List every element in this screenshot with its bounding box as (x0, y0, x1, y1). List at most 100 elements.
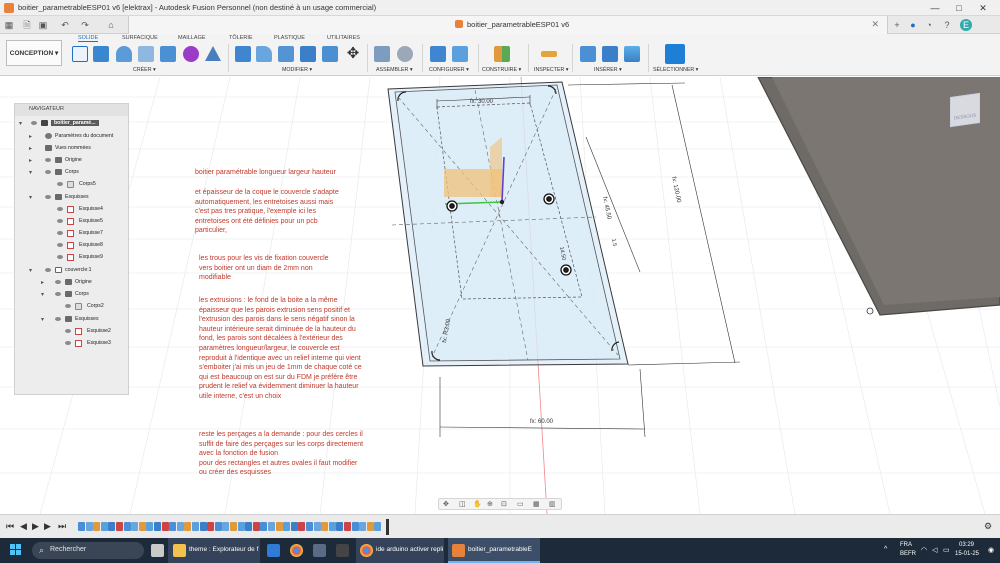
timeline-feature[interactable] (366, 522, 374, 531)
visibility-eye-icon[interactable] (65, 304, 71, 308)
inspect-group-label[interactable]: INSPECTER ▾ (534, 67, 568, 73)
windows-start-icon[interactable] (10, 544, 22, 556)
timeline-feature[interactable] (283, 522, 291, 531)
visibility-eye-icon[interactable] (45, 170, 51, 174)
tab-tolerie[interactable]: TÔLERIE (229, 35, 253, 41)
timeline-feature[interactable] (268, 522, 275, 531)
undo-icon[interactable]: ↶ (60, 19, 70, 31)
battery-icon[interactable]: ▭ (943, 546, 950, 554)
move-icon[interactable]: ✥ (345, 46, 361, 62)
viewports-icon[interactable]: ▥ (549, 500, 556, 508)
user-avatar[interactable]: E (960, 19, 972, 31)
timeline-feature[interactable] (176, 522, 184, 531)
press-pull-icon[interactable] (235, 46, 251, 62)
keyboard-layout[interactable]: BEFR (900, 551, 916, 557)
tab-maillage[interactable]: MAILLAGE (178, 35, 206, 41)
timeline-feature[interactable] (161, 522, 169, 531)
dim-bottom-width[interactable]: fx: 60.00 (530, 419, 554, 425)
timeline-marker[interactable] (386, 519, 389, 535)
visibility-eye-icon[interactable] (57, 243, 63, 247)
clock-date[interactable]: 15-01-25 (955, 551, 979, 557)
close-window-button[interactable]: ✕ (974, 2, 992, 14)
timeline-feature[interactable] (207, 522, 215, 531)
display-settings-icon[interactable]: ▭ (517, 500, 524, 508)
notification-bell-icon[interactable]: ◉ (988, 546, 994, 554)
help-icon[interactable]: ? (942, 19, 952, 31)
app-icon-2[interactable] (336, 544, 349, 557)
minimize-button[interactable]: — (926, 2, 944, 14)
timeline-feature[interactable] (192, 522, 199, 531)
visibility-eye-icon[interactable] (65, 329, 71, 333)
timeline-feature[interactable] (321, 522, 329, 531)
workspace-selector[interactable]: CONCEPTION ▾ (6, 40, 62, 66)
timeline-first-icon[interactable]: ⏮ (6, 521, 14, 532)
language-code[interactable]: FRA (900, 542, 912, 548)
timeline-feature[interactable] (138, 522, 146, 531)
loft-icon[interactable] (205, 46, 221, 61)
visibility-eye-icon[interactable] (45, 268, 51, 272)
timeline-feature[interactable] (184, 522, 192, 531)
timeline-feature[interactable] (260, 522, 268, 531)
volume-icon[interactable]: ◁ (932, 546, 937, 554)
box-icon[interactable] (160, 46, 176, 62)
app-icon[interactable] (313, 544, 326, 557)
visibility-eye-icon[interactable] (57, 182, 63, 186)
timeline-settings-icon[interactable]: ⚙ (984, 521, 992, 532)
dim-top-width[interactable]: fx: 30.00 (470, 99, 494, 105)
timeline-feature[interactable] (146, 522, 154, 531)
parameters-icon[interactable] (430, 46, 446, 62)
fusion-taskbar-icon[interactable] (452, 544, 465, 557)
viewport-canvas[interactable]: fx: 30.00 fx: 45.50 fx: 120.00 fx: 60.00… (0, 77, 1000, 514)
visibility-eye-icon[interactable] (45, 158, 51, 162)
timeline-feature[interactable] (374, 522, 382, 531)
tab-utilitaires[interactable]: UTILITAIRES (327, 35, 360, 41)
timeline-feature[interactable] (306, 522, 313, 531)
timeline-feature[interactable] (214, 522, 222, 531)
hole-icon[interactable] (138, 46, 154, 62)
look-at-icon[interactable]: ◫ (459, 500, 466, 508)
timeline-feature[interactable] (313, 522, 321, 531)
measure-icon[interactable] (541, 51, 557, 57)
select-icon[interactable] (665, 44, 685, 64)
combine-icon[interactable] (322, 46, 338, 62)
revolve-icon[interactable] (116, 46, 132, 62)
document-close-icon[interactable]: ✕ (871, 19, 879, 30)
new-tab-icon[interactable]: + (892, 19, 902, 31)
insert-group-label[interactable]: INSÉRER ▾ (594, 67, 622, 73)
wifi-icon[interactable]: ◠ (921, 546, 927, 554)
configure-table-icon[interactable] (452, 46, 468, 62)
timeline-feature[interactable] (328, 522, 336, 531)
timeline-feature[interactable] (298, 522, 306, 531)
task-view-icon[interactable] (151, 544, 164, 557)
timeline-feature[interactable] (131, 522, 139, 531)
taskbar-chrome-label[interactable]: ide arduino activer repli (376, 546, 443, 553)
pan-icon[interactable]: ✋ (473, 500, 482, 508)
timeline-feature[interactable] (222, 522, 230, 531)
view-cube[interactable]: DESSOUS (950, 92, 980, 128)
assemble-group-label[interactable]: ASSEMBLER ▾ (376, 67, 413, 73)
form-icon[interactable] (183, 46, 199, 62)
new-component-icon[interactable] (374, 46, 390, 62)
file-menu-icon[interactable]: 🗎 (20, 19, 34, 31)
fit-icon[interactable]: ⊡ (501, 500, 507, 508)
timeline-prev-icon[interactable]: ◀ (20, 521, 27, 532)
visibility-eye-icon[interactable] (55, 317, 61, 321)
photos-app-icon[interactable] (267, 544, 280, 557)
visibility-eye-icon[interactable] (31, 121, 37, 125)
create-sketch-icon[interactable] (72, 46, 88, 62)
select-group-label[interactable]: SÉLECTIONNER ▾ (653, 67, 698, 73)
timeline-feature[interactable] (237, 522, 245, 531)
taskbar-fusion-label[interactable]: boitier_parametrableE (468, 546, 532, 553)
timeline-feature[interactable] (199, 522, 207, 531)
app-grid-icon[interactable]: ▦ (4, 19, 14, 31)
timeline-feature[interactable] (336, 522, 344, 531)
dim-small[interactable]: 1.5 (610, 238, 617, 247)
timeline-feature[interactable] (275, 522, 283, 531)
modify-group-label[interactable]: MODIFIER ▾ (282, 67, 312, 73)
fillet-icon[interactable] (256, 46, 272, 62)
timeline-feature[interactable] (169, 522, 177, 531)
visibility-eye-icon[interactable] (57, 207, 63, 211)
timeline-feature[interactable] (123, 522, 131, 531)
timeline-feature[interactable] (245, 522, 253, 531)
visibility-eye-icon[interactable] (57, 219, 63, 223)
